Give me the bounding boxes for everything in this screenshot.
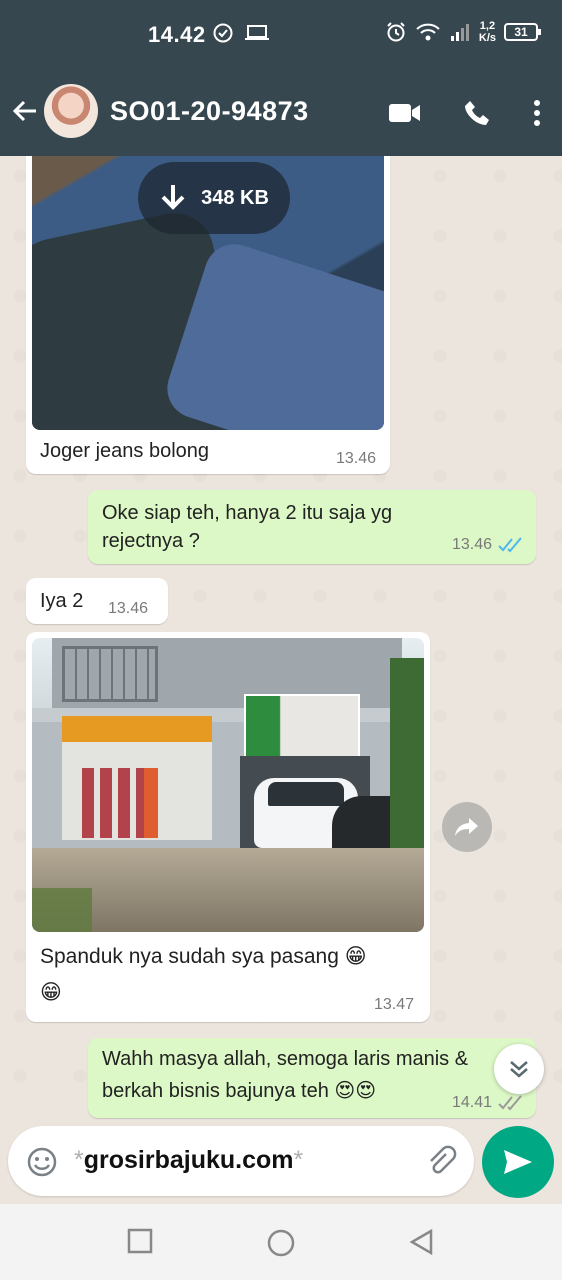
send-button[interactable]: [482, 1126, 554, 1198]
scroll-to-bottom-button[interactable]: [494, 1044, 544, 1094]
download-icon: [161, 185, 185, 210]
net-speed: 1,2 K/s: [478, 20, 496, 44]
chevron-double-down-icon: [510, 1061, 528, 1078]
message-input[interactable]: *grosirbajuku.com*: [74, 1146, 303, 1175]
message-time: 14.41: [451, 1094, 492, 1111]
delivered-ticks-icon: [498, 1095, 522, 1111]
message-text: Wahh masya allah, semoga laris manis &: [102, 1048, 469, 1070]
recents-icon[interactable]: [127, 1228, 153, 1254]
outgoing-message[interactable]: Wahh masya allah, semoga laris manis & b…: [88, 1038, 536, 1118]
incoming-message[interactable]: Iya 2 13.46: [26, 578, 168, 624]
status-bar: 14.42 1,2 K/s 31: [0, 0, 562, 70]
status-time: 14.42: [148, 22, 206, 47]
signal-icon: [450, 24, 469, 41]
system-nav-bar: [0, 1204, 562, 1280]
back-arrow-icon[interactable]: [10, 96, 40, 126]
read-ticks-icon: [498, 537, 522, 553]
message-time: 13.46: [108, 600, 149, 617]
forward-icon: [455, 818, 478, 836]
home-icon[interactable]: [266, 1228, 296, 1258]
message-text: Oke siap teh, hanya 2 itu saja yg: [102, 502, 393, 524]
chat-area[interactable]: 348 KB Joger jeans bolong 13.46 Oke siap…: [0, 156, 562, 1122]
image-thumbnail[interactable]: 348 KB: [32, 156, 384, 430]
message-caption: Joger jeans bolong: [40, 440, 210, 462]
message-text: berkah bisnis bajunya teh 😍😍: [102, 1080, 377, 1102]
outgoing-message[interactable]: Oke siap teh, hanya 2 itu saja yg reject…: [88, 490, 536, 564]
more-vert-icon[interactable]: [532, 98, 542, 128]
message-caption: 😁: [40, 981, 62, 1004]
download-size: 348 KB: [201, 186, 269, 209]
chat-header: SO01-20-94873: [0, 70, 562, 156]
image-message[interactable]: 348 KB Joger jeans bolong 13.46: [26, 156, 390, 474]
image-message[interactable]: Spanduk nya sudah sya pasang 😁 😁 13.47: [26, 632, 430, 1022]
back-nav-icon[interactable]: [408, 1228, 434, 1256]
message-text: rejectnya ?: [102, 530, 200, 552]
download-button[interactable]: 348 KB: [138, 162, 290, 234]
message-composer[interactable]: *grosirbajuku.com*: [8, 1126, 474, 1196]
image-thumbnail[interactable]: [32, 638, 424, 932]
message-text: Iya 2: [40, 590, 84, 612]
forward-button[interactable]: [442, 802, 492, 852]
send-icon: [504, 1150, 532, 1174]
check-circle-icon: [213, 23, 233, 43]
phone-icon[interactable]: [462, 98, 492, 128]
avatar[interactable]: [44, 84, 98, 138]
contact-name[interactable]: SO01-20-94873: [110, 96, 309, 127]
message-time: 13.47: [373, 996, 414, 1013]
message-caption: Spanduk nya sudah sya pasang 😁: [40, 945, 367, 968]
attach-icon[interactable]: [424, 1144, 458, 1178]
emoji-icon[interactable]: [26, 1146, 58, 1178]
laptop-icon: [245, 25, 269, 40]
video-call-icon[interactable]: [388, 101, 422, 125]
message-time: 13.46: [335, 450, 376, 467]
wifi-icon: [416, 23, 440, 41]
message-time: 13.46: [451, 536, 492, 553]
battery-icon: 31: [504, 23, 541, 41]
alarm-icon: [387, 22, 405, 42]
